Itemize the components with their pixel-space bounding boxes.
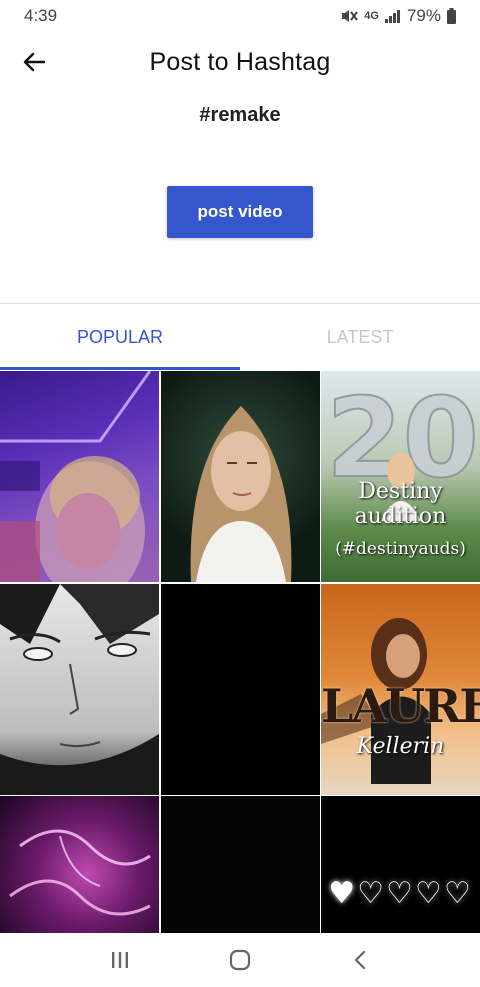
home-icon bbox=[229, 949, 251, 971]
video-thumbnail-destiny-audition[interactable]: 20 Destiny audition (#destinyauds) bbox=[321, 371, 480, 582]
back-button[interactable] bbox=[12, 40, 56, 84]
system-nav-bar bbox=[0, 933, 480, 987]
back-nav-button[interactable] bbox=[336, 940, 384, 980]
thumbnail-art bbox=[9, 829, 151, 916]
lte-icon: 4G bbox=[364, 9, 379, 22]
video-thumbnail-neon-room[interactable] bbox=[0, 371, 159, 582]
tab-latest[interactable]: LATEST bbox=[240, 304, 480, 370]
hashtag-label: #remake bbox=[199, 104, 281, 126]
video-thumbnail-hearts[interactable]: ♥♡♡♡♡ bbox=[321, 796, 480, 933]
signal-icon bbox=[384, 9, 401, 23]
video-thumbnail-dark[interactable] bbox=[160, 796, 320, 933]
video-thumbnail-anime-sketch[interactable] bbox=[0, 583, 159, 795]
thumbnail-art bbox=[0, 583, 159, 795]
status-icons: 4G 79% bbox=[340, 6, 456, 26]
hearts-row: ♥♡♡♡♡ bbox=[328, 876, 473, 911]
thumbnail-title: LAUREN bbox=[321, 678, 480, 733]
recents-icon bbox=[112, 952, 128, 968]
status-time: 4:39 bbox=[24, 6, 58, 25]
thumbnail-subtitle: (#destinyauds) bbox=[335, 539, 466, 559]
battery-icon bbox=[447, 8, 456, 24]
video-thumbnail-purple-smoke[interactable] bbox=[0, 796, 159, 933]
video-thumbnail-lauren-kellerin[interactable]: LAUREN Kellerin bbox=[321, 583, 480, 795]
post-video-button[interactable]: post video bbox=[167, 186, 313, 238]
battery-level: 79% bbox=[406, 6, 441, 25]
thumbnail-title: Destiny audition bbox=[354, 479, 447, 529]
video-thumbnail-blonde-girl[interactable] bbox=[160, 371, 320, 582]
thumbnail-subtitle: Kellerin bbox=[356, 733, 445, 759]
back-chevron-icon bbox=[354, 950, 366, 970]
arrow-left-icon bbox=[23, 52, 45, 72]
video-grid: 20 Destiny audition (#destinyauds) LAURE… bbox=[0, 371, 480, 933]
status-bar: 4:39 4G 79% bbox=[0, 0, 480, 32]
home-button[interactable] bbox=[216, 940, 264, 980]
page-title: Post to Hashtag bbox=[149, 47, 331, 76]
thumbnail-art bbox=[0, 371, 152, 582]
thumbnail-art bbox=[190, 406, 291, 582]
tab-popular[interactable]: POPULAR bbox=[0, 304, 240, 370]
recents-button[interactable] bbox=[96, 940, 144, 980]
app-header: Post to Hashtag bbox=[0, 32, 480, 92]
video-thumbnail-black[interactable] bbox=[160, 583, 320, 795]
tab-bar: POPULAR LATEST bbox=[0, 304, 480, 370]
mute-icon bbox=[340, 8, 359, 24]
